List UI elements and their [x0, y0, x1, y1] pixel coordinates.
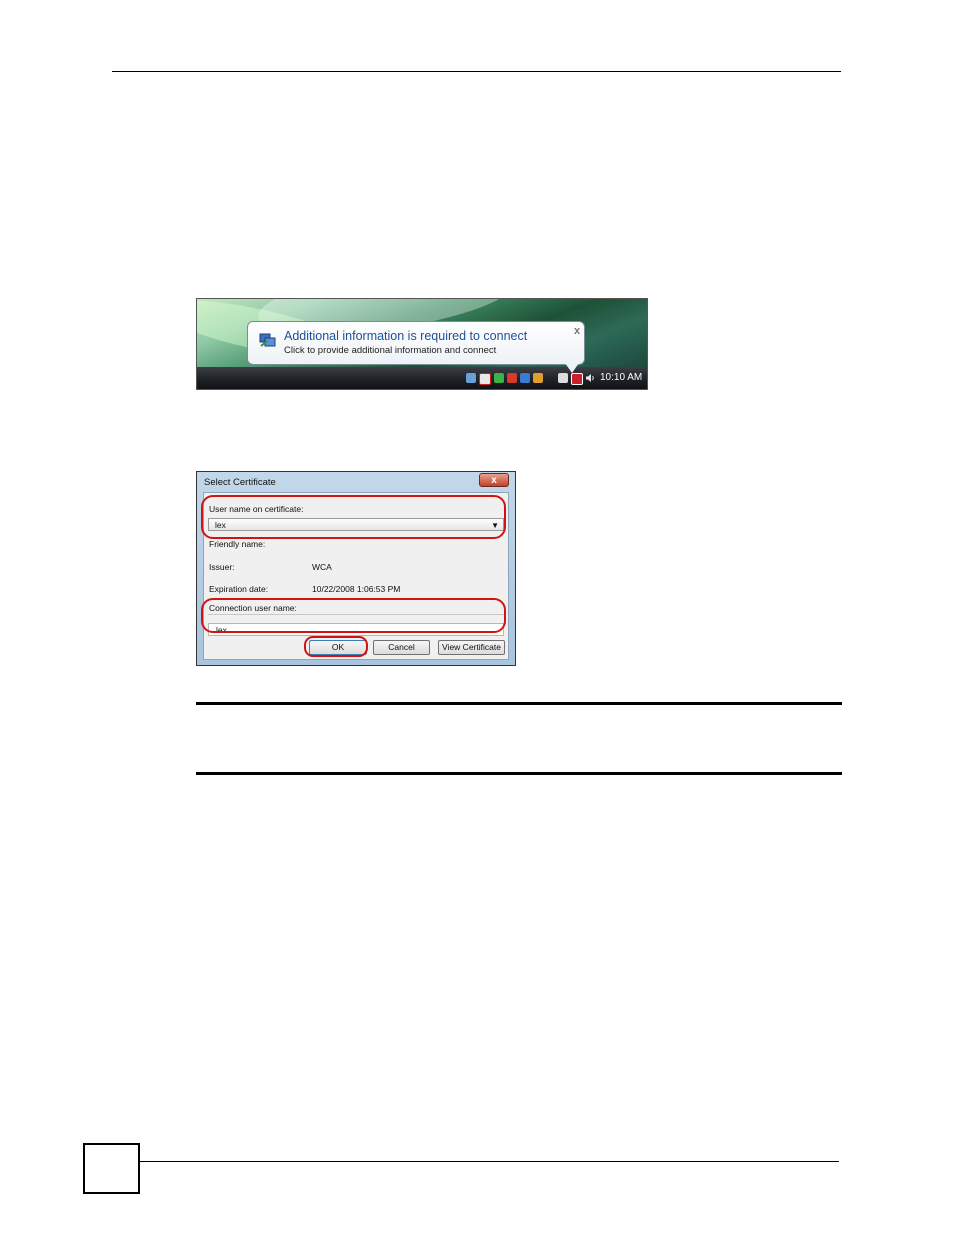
notification-balloon[interactable]: Additional information is required to co…	[247, 321, 585, 365]
issuer-label: Issuer:	[209, 562, 235, 572]
dialog-close-button[interactable]: x	[479, 473, 509, 487]
issuer-value: WCA	[312, 562, 332, 572]
tray-network-icon[interactable]	[466, 373, 476, 383]
view-certificate-button[interactable]: View Certificate	[438, 640, 505, 655]
tray-wireless-alert-icon[interactable]	[571, 373, 583, 385]
expiration-label: Expiration date:	[209, 584, 269, 594]
footer-rule	[140, 1161, 839, 1162]
balloon-tail	[565, 363, 579, 373]
balloon-close-button[interactable]: x	[574, 325, 580, 337]
balloon-subtitle: Click to provide additional information …	[284, 345, 497, 356]
tray-app-icon[interactable]	[533, 373, 543, 383]
page-number-box	[83, 1143, 140, 1194]
highlight-user-name	[201, 495, 506, 539]
header-rule	[112, 71, 841, 72]
tray-power-icon[interactable]	[558, 373, 568, 383]
note-bottom-rule	[196, 772, 842, 775]
taskbar-screenshot: Additional information is required to co…	[196, 298, 648, 390]
network-connection-icon	[259, 333, 276, 347]
tray-z-icon[interactable]	[507, 373, 517, 383]
select-certificate-dialog: Select Certificate x User name on certif…	[196, 471, 516, 666]
tray-security-icon[interactable]	[479, 373, 491, 385]
tray-app-icon[interactable]	[520, 373, 530, 383]
dialog-title: Select Certificate	[204, 477, 276, 488]
expiration-value: 10/22/2008 1:06:53 PM	[312, 584, 401, 594]
friendly-name-label: Friendly name:	[209, 539, 266, 549]
taskbar-clock: 10:10 AM	[600, 372, 643, 383]
note-top-rule	[196, 702, 842, 705]
cancel-button[interactable]: Cancel	[373, 640, 430, 655]
highlight-connection-user-name	[201, 598, 506, 633]
highlight-ok-button	[304, 636, 368, 657]
balloon-title: Additional information is required to co…	[284, 329, 528, 343]
tray-check-icon[interactable]	[494, 373, 504, 383]
tray-volume-icon[interactable]	[585, 373, 595, 383]
